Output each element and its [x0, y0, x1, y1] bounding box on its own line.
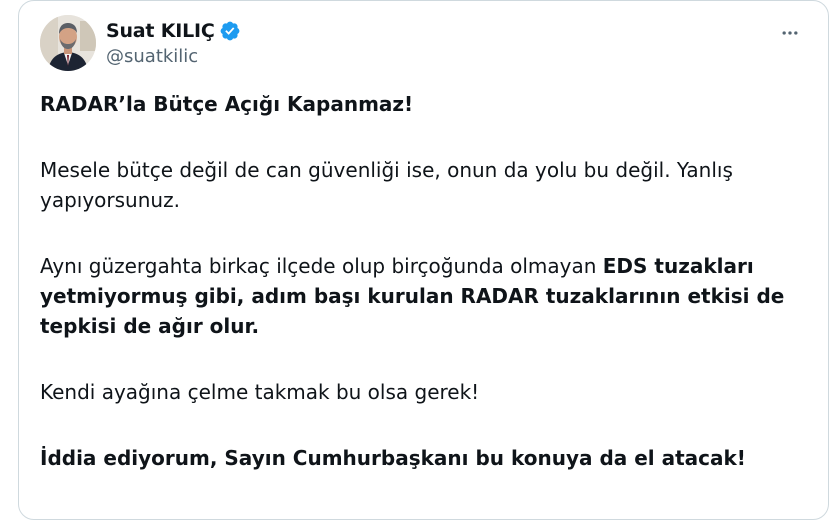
avatar[interactable] [40, 15, 96, 71]
tweet-paragraph-3: Kendi ayağına çelme takmak bu olsa gerek… [40, 380, 480, 404]
tweet-paragraph-4: İddia ediyorum, Sayın Cumhurbaşkanı bu k… [40, 446, 746, 470]
tweet-title: RADAR’la Bütçe Açığı Kapanmaz! [40, 92, 414, 116]
author-handle[interactable]: @suatkilic [106, 46, 241, 67]
more-horizontal-icon [782, 31, 798, 35]
tweet-paragraph-1: Mesele bütçe değil de can güvenliği ise,… [40, 158, 733, 212]
tweet-text: RADAR’la Bütçe Açığı Kapanmaz! Mesele bü… [40, 89, 800, 473]
author-names: Suat KILIÇ @suatkilic [106, 17, 241, 67]
tweet-paragraph-2-normal: Aynı güzergahta birkaç ilçede olup birço… [40, 254, 603, 278]
tweet-card[interactable]: Suat KILIÇ @suatkilic RADAR’la Bütçe Açı… [18, 0, 829, 520]
display-name-row: Suat KILIÇ [106, 17, 241, 45]
tweet-header: Suat KILIÇ @suatkilic [40, 15, 810, 75]
verified-badge-icon[interactable] [219, 20, 241, 42]
display-name[interactable]: Suat KILIÇ [106, 20, 215, 42]
avatar-photo [40, 15, 96, 71]
tweet-paragraph-2: Aynı güzergahta birkaç ilçede olup birço… [40, 251, 800, 341]
more-options-button[interactable] [778, 21, 802, 45]
